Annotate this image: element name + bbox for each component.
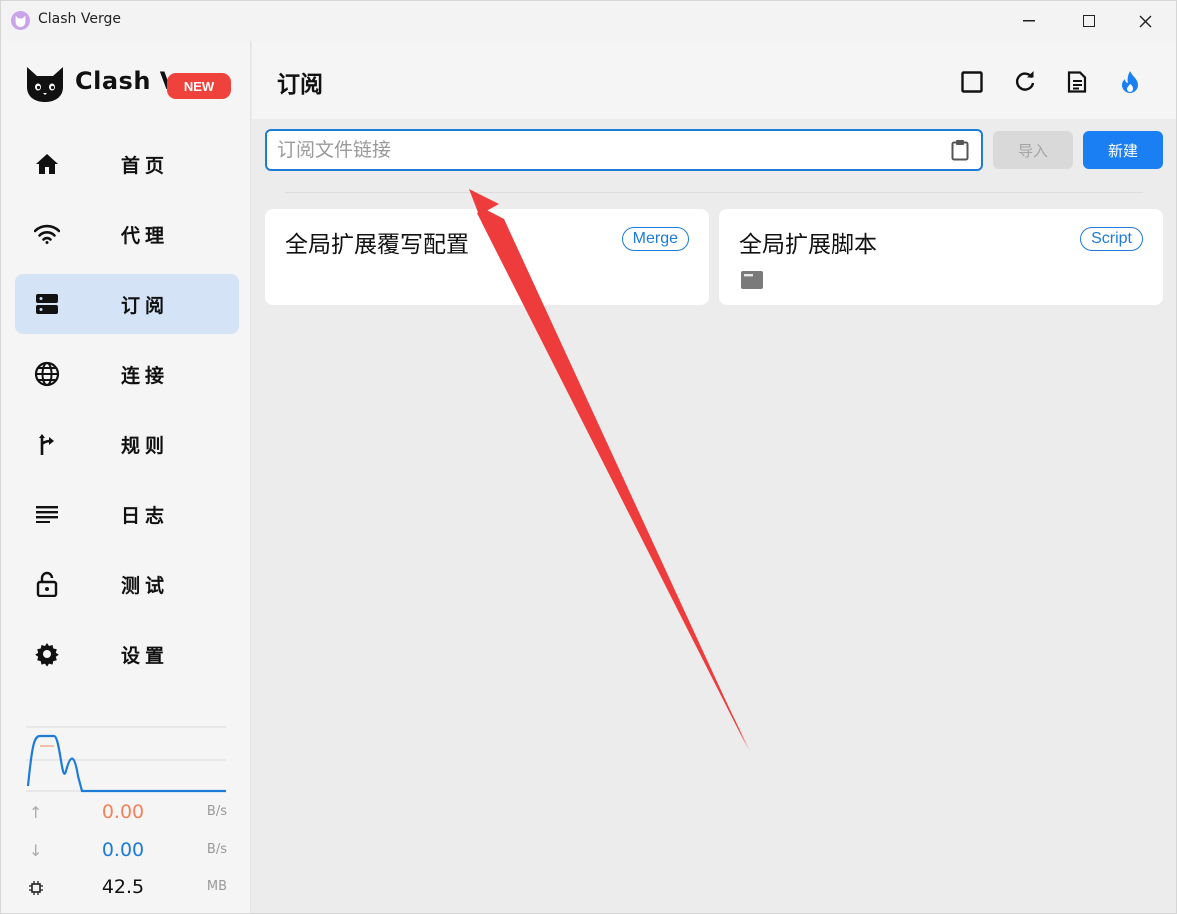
sidebar-item-label: 代理 bbox=[121, 225, 170, 247]
cat-logo-icon bbox=[27, 67, 63, 102]
upload-stat: ↑ 0.00 B/s bbox=[23, 801, 227, 825]
profile-card-script[interactable]: 全局扩展脚本 Script bbox=[719, 209, 1163, 305]
fire-button[interactable] bbox=[1115, 67, 1145, 97]
divider bbox=[285, 192, 1143, 193]
card-type-tag: Script bbox=[1080, 227, 1143, 251]
storage-icon bbox=[33, 292, 61, 316]
clipboard-icon bbox=[951, 140, 969, 161]
wifi-icon bbox=[33, 222, 61, 246]
maximize-button[interactable] bbox=[1063, 1, 1115, 41]
sidebar-item-rules[interactable]: 规则 bbox=[15, 414, 239, 474]
sidebar-item-label: 设置 bbox=[121, 645, 170, 667]
sidebar-item-logs[interactable]: 日志 bbox=[15, 484, 239, 544]
upload-unit: B/s bbox=[206, 804, 227, 819]
sidebar-item-label: 测试 bbox=[121, 575, 170, 597]
fire-icon bbox=[1122, 71, 1138, 93]
card-title: 全局扩展脚本 bbox=[739, 232, 877, 258]
document-button[interactable] bbox=[1062, 67, 1092, 97]
document-icon bbox=[1067, 71, 1087, 93]
sidebar-item-label: 连接 bbox=[121, 365, 170, 387]
list-lines-icon bbox=[33, 502, 61, 526]
sidebar-item-profiles[interactable]: 订阅 bbox=[15, 274, 239, 334]
gear-icon bbox=[33, 642, 61, 667]
file-icon bbox=[741, 271, 763, 293]
sidebar-item-connections[interactable]: 连接 bbox=[15, 344, 239, 404]
sidebar-item-label: 首页 bbox=[121, 155, 170, 177]
main-content: 订阅 导入 新建 全局扩展覆写配置 Merge bbox=[252, 41, 1176, 913]
square-icon bbox=[961, 71, 983, 93]
sidebar-item-label: 订阅 bbox=[121, 295, 170, 317]
refresh-icon bbox=[1015, 71, 1035, 91]
download-stat: ↓ 0.00 B/s bbox=[23, 839, 227, 863]
window-title: Clash Verge bbox=[38, 11, 121, 27]
unlock-icon bbox=[33, 571, 61, 597]
memory-unit: MB bbox=[206, 879, 227, 894]
subscription-url-input[interactable] bbox=[277, 137, 927, 163]
profile-card-merge[interactable]: 全局扩展覆写配置 Merge bbox=[265, 209, 709, 305]
sidebar: Clash V NEW 首页 代理 订阅 连接 规则 日志 测试 设置 ↑ 0.… bbox=[1, 41, 251, 913]
page-header: 订阅 bbox=[252, 41, 1176, 119]
sidebar-item-home[interactable]: 首页 bbox=[15, 134, 239, 194]
sidebar-item-proxy[interactable]: 代理 bbox=[15, 204, 239, 264]
app-logo: Clash V NEW bbox=[25, 63, 235, 107]
sidebar-item-label: 日志 bbox=[121, 505, 170, 527]
title-bar: Clash Verge bbox=[1, 1, 1176, 41]
globe-icon bbox=[33, 361, 61, 387]
arrow-up-icon: ↑ bbox=[29, 803, 43, 822]
card-title: 全局扩展覆写配置 bbox=[285, 232, 469, 258]
download-unit: B/s bbox=[206, 842, 227, 857]
new-button[interactable]: 新建 bbox=[1083, 131, 1163, 169]
close-button[interactable] bbox=[1119, 1, 1171, 41]
app-window: Clash Verge Clash V NEW 首页 代理 订阅 连接 规则 日… bbox=[0, 0, 1177, 914]
home-icon bbox=[33, 152, 61, 176]
arrow-down-icon: ↓ bbox=[29, 841, 43, 860]
sidebar-item-settings[interactable]: 设置 bbox=[15, 624, 239, 684]
subscription-url-input-wrapper bbox=[265, 129, 983, 171]
memory-stat: 42.5 MB bbox=[23, 876, 227, 900]
refresh-button[interactable] bbox=[1010, 67, 1040, 97]
logo-text: Clash V bbox=[75, 67, 171, 95]
sidebar-nav: 首页 代理 订阅 连接 规则 日志 测试 设置 bbox=[15, 134, 239, 694]
download-value: 0.00 bbox=[101, 839, 145, 861]
sidebar-item-test[interactable]: 测试 bbox=[15, 554, 239, 614]
page-title: 订阅 bbox=[277, 72, 323, 98]
sidebar-item-label: 规则 bbox=[121, 435, 170, 457]
maximize-icon bbox=[1083, 15, 1095, 27]
upload-value: 0.00 bbox=[101, 801, 145, 823]
new-badge: NEW bbox=[167, 73, 231, 99]
minimize-button[interactable] bbox=[1003, 1, 1055, 41]
cat-app-icon bbox=[11, 11, 30, 30]
card-type-tag: Merge bbox=[621, 227, 689, 251]
traffic-graph bbox=[26, 726, 226, 793]
import-button[interactable]: 导入 bbox=[993, 131, 1073, 169]
close-icon bbox=[1139, 15, 1151, 27]
fork-arrow-icon bbox=[33, 432, 61, 456]
memory-value: 42.5 bbox=[101, 876, 145, 898]
chip-icon bbox=[29, 880, 43, 899]
clipboard-paste-button[interactable] bbox=[951, 139, 969, 165]
square-button[interactable] bbox=[957, 67, 987, 97]
